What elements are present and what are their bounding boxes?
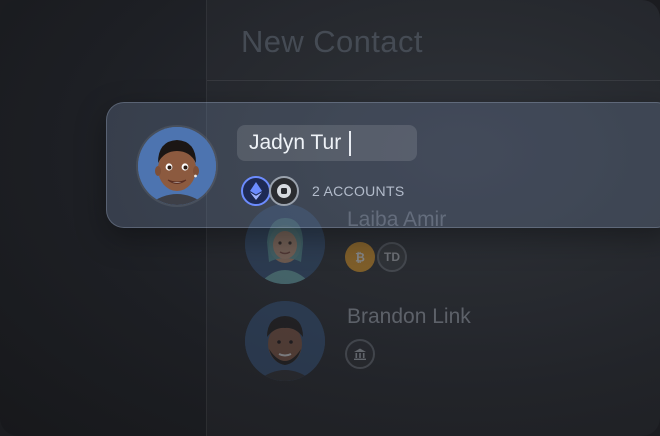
- text-cursor: [349, 131, 351, 156]
- bank-icon: [345, 339, 375, 369]
- account-badges: [241, 176, 299, 206]
- td-label: TD: [384, 250, 400, 264]
- account-badges: [345, 339, 375, 369]
- accounts-count: 2 ACCOUNTS: [312, 183, 405, 199]
- avatar[interactable]: [138, 127, 216, 205]
- avatar: [245, 301, 325, 381]
- td-icon: TD: [377, 242, 407, 272]
- selected-contact-card[interactable]: 2 ACCOUNTS: [106, 102, 660, 228]
- app-frame: New Contact Laiba Amir ₿ TD Brandon Link…: [0, 0, 660, 436]
- contact-row-brandon[interactable]: Brandon Link: [245, 301, 660, 381]
- coinbase-icon: [269, 176, 299, 206]
- bitcoin-icon: ₿: [345, 242, 375, 272]
- page-title: New Contact: [241, 24, 423, 59]
- svg-text:₿: ₿: [355, 251, 365, 265]
- ethereum-icon: [241, 176, 271, 206]
- contact-name-input[interactable]: [237, 125, 417, 161]
- divider: [207, 80, 660, 81]
- account-badges: ₿ TD: [345, 242, 407, 272]
- contact-name: Brandon Link: [347, 305, 471, 328]
